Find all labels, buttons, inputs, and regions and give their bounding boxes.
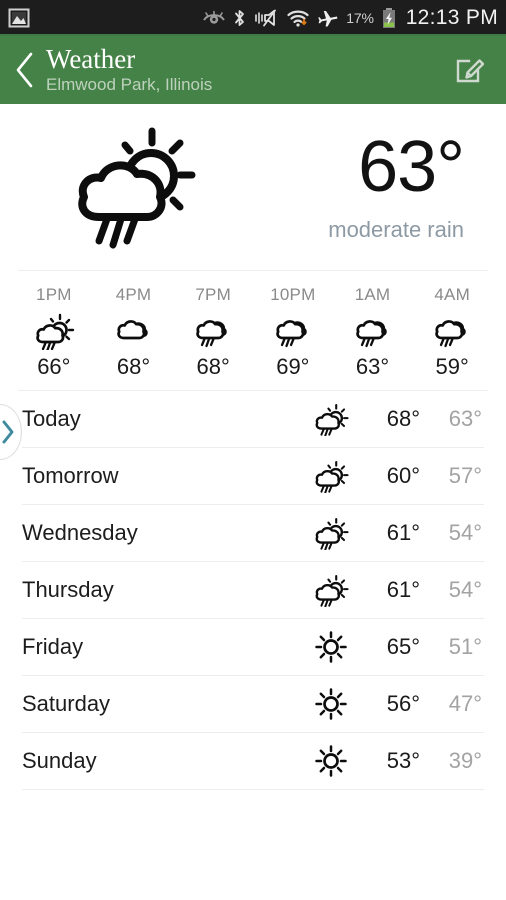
table-row[interactable]: Friday 65° 51° (0, 619, 506, 675)
status-bar[interactable]: 17% 12:13 PM (0, 0, 506, 36)
hourly-temp: 68° (196, 354, 230, 379)
sun-behind-rain-cloud-icon (304, 516, 358, 550)
app-bar: Weather Elmwood Park, Illinois (0, 36, 506, 104)
day-label: Tomorrow (22, 463, 119, 488)
day-low-temp: 51° (448, 634, 482, 659)
hourly-time: 10PM (270, 285, 316, 304)
page-title: Weather (46, 43, 136, 74)
battery-charging-icon (381, 7, 397, 29)
hourly-temp: 69° (276, 354, 310, 379)
hourly-item: 4AM 59° (412, 285, 492, 380)
vibrate-mute-icon (253, 8, 279, 28)
wifi-icon (286, 8, 310, 28)
day-high-temp: 68° (386, 406, 420, 431)
day-label: Saturday (22, 691, 111, 716)
battery-percent-label: 17% (346, 10, 374, 26)
sun-icon (304, 744, 358, 778)
day-label: Sunday (22, 748, 97, 773)
table-row[interactable]: Saturday 56° 47° (0, 676, 506, 732)
day-low-temp: 47° (448, 691, 482, 716)
table-row[interactable]: Wednesday 61° 54° (0, 505, 506, 561)
hourly-temp: 68° (116, 354, 151, 379)
day-label: Thursday (22, 577, 114, 602)
rain-cloud-icon (190, 313, 236, 349)
day-low-temp: 63° (448, 406, 482, 431)
day-high-temp: 61° (386, 577, 420, 602)
rain-cloud-icon (270, 313, 316, 349)
day-label: Today (22, 406, 81, 431)
hourly-temp: 63° (355, 354, 390, 379)
row-divider (22, 789, 484, 790)
edit-compose-icon[interactable] (448, 48, 492, 92)
day-high-temp: 60° (386, 463, 420, 488)
table-row[interactable]: Thursday 61° 54° (0, 562, 506, 618)
hourly-time: 1AM (354, 285, 391, 304)
table-row[interactable]: Tomorrow 60° 57° (0, 448, 506, 504)
hourly-temp: 66° (37, 354, 71, 379)
day-high-temp: 56° (386, 691, 420, 716)
table-row[interactable]: Sunday 53° 39° (0, 733, 506, 789)
status-bar-right-icons: 17% 12:13 PM (202, 6, 498, 30)
hourly-item: 4PM 68° (94, 285, 174, 380)
day-label: Wednesday (22, 520, 138, 545)
sun-behind-rain-cloud-icon (31, 313, 77, 350)
status-bar-clock: 12:13 PM (405, 6, 498, 29)
day-high-temp: 61° (386, 520, 420, 545)
rain-cloud-icon (350, 313, 396, 349)
hourly-forecast[interactable]: 1PM 66° 4PM 68° 7PM 68° 10PM 69° 1AM 63°… (0, 271, 506, 390)
hourly-item: 1AM 63° (333, 285, 413, 380)
sun-behind-rain-cloud-icon (304, 573, 358, 607)
sun-icon (304, 630, 358, 664)
current-temperature: 63° (358, 127, 465, 207)
rain-cloud-icon (429, 313, 475, 349)
hourly-time: 1PM (36, 285, 72, 304)
sun-behind-rain-cloud-icon (304, 402, 358, 436)
status-bar-left-icons (8, 8, 30, 28)
sun-icon (304, 687, 358, 721)
hourly-item: 10PM 69° (253, 285, 333, 380)
day-low-temp: 54° (448, 577, 482, 602)
hourly-time: 7PM (195, 285, 231, 304)
hourly-item: 1PM 66° (14, 285, 94, 380)
day-low-temp: 57° (448, 463, 482, 488)
table-row[interactable]: Today 68° 63° (0, 391, 506, 447)
sun-behind-rain-cloud-icon (304, 459, 358, 493)
hourly-time: 4PM (115, 285, 152, 304)
location-subtitle: Elmwood Park, Illinois (46, 74, 213, 94)
current-readout: 63° moderate rain (268, 131, 480, 243)
smart-stay-eye-icon (202, 9, 226, 27)
day-low-temp: 54° (448, 520, 482, 545)
current-conditions: 63° moderate rain (0, 104, 506, 270)
daily-forecast-list: Today 68° 63° Tomorrow 60° 57° Wednesday… (0, 391, 506, 790)
hourly-temp: 59° (435, 354, 469, 379)
bluetooth-icon (233, 8, 246, 28)
hourly-item: 7PM 68° (173, 285, 253, 380)
current-description: moderate rain (328, 217, 464, 242)
day-high-temp: 65° (386, 634, 420, 659)
day-low-temp: 39° (448, 748, 482, 773)
airplane-mode-icon (317, 8, 339, 28)
app-bar-titles: Weather Elmwood Park, Illinois (46, 45, 212, 95)
cloudy-icon (111, 313, 157, 349)
gallery-image-icon (8, 8, 30, 28)
day-label: Friday (22, 634, 84, 659)
back-chevron-icon[interactable] (10, 47, 40, 93)
hourly-time: 4AM (434, 285, 470, 304)
day-high-temp: 53° (386, 748, 420, 773)
sun-behind-rain-cloud-icon (0, 119, 268, 255)
